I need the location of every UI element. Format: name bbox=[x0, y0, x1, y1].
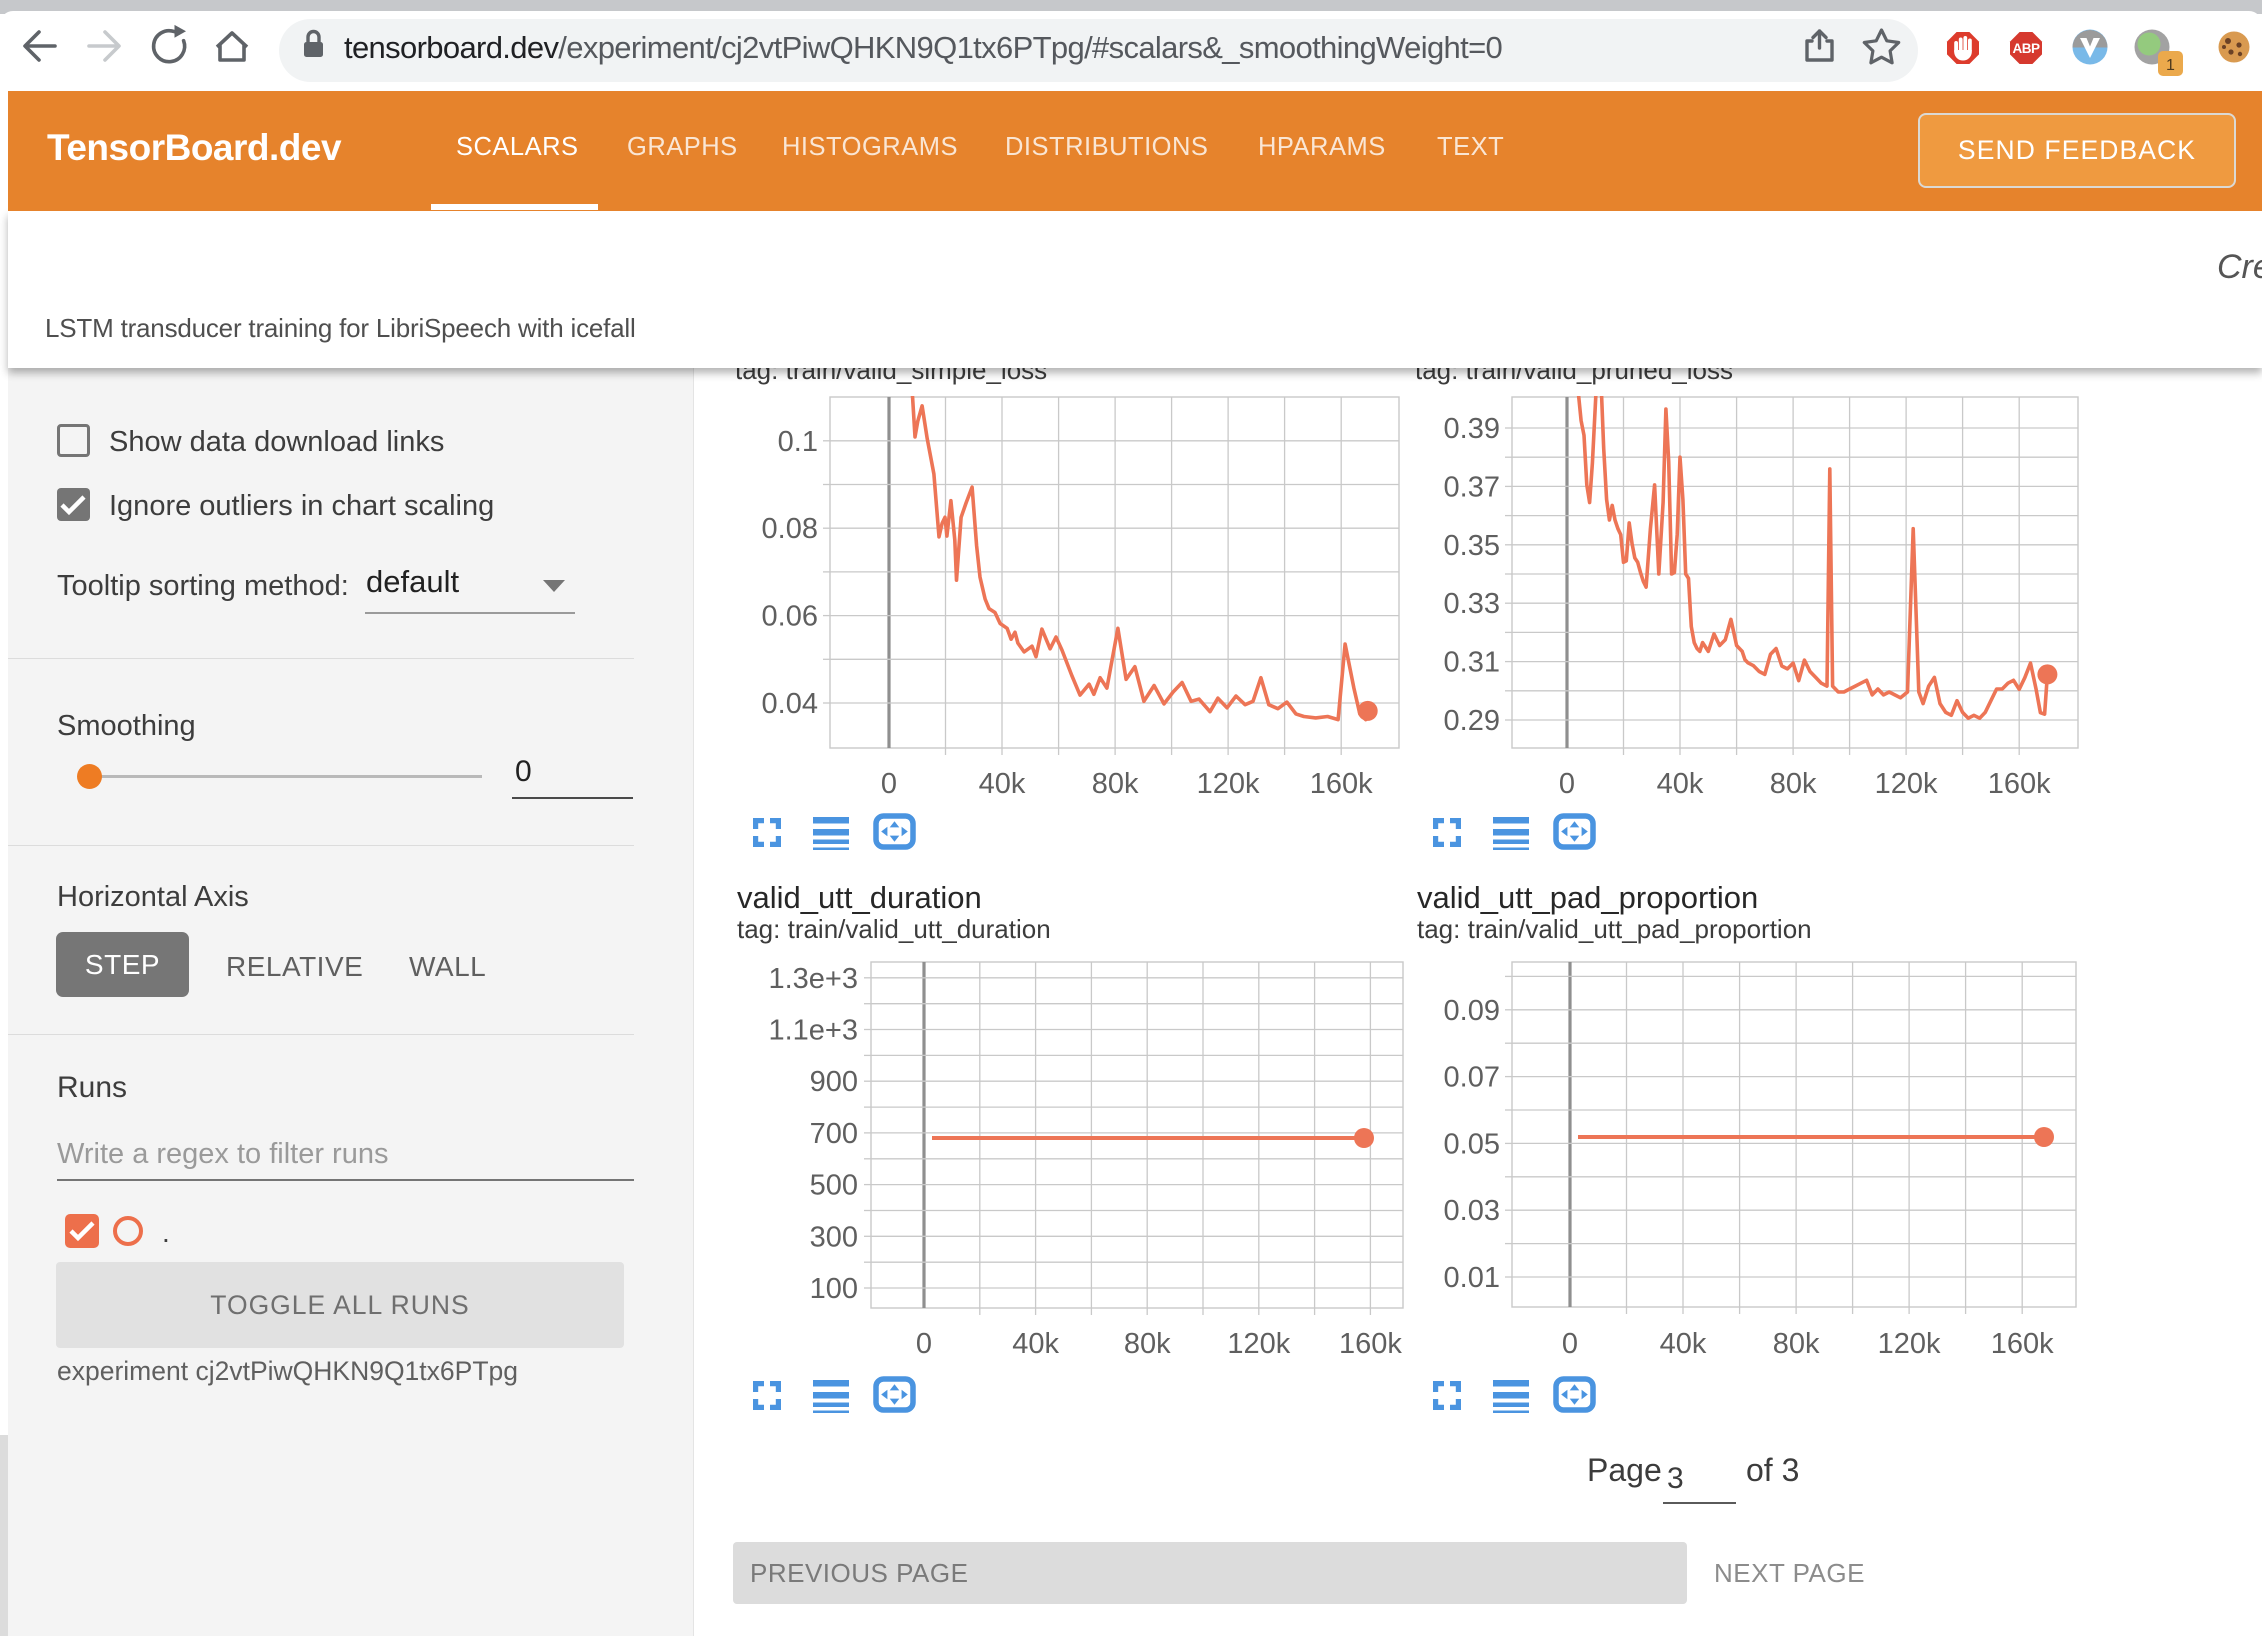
svg-text:0.03: 0.03 bbox=[1444, 1195, 1500, 1227]
svg-text:80k: 80k bbox=[1770, 768, 1817, 800]
svg-text:40k: 40k bbox=[1012, 1328, 1059, 1360]
svg-text:ABP: ABP bbox=[2012, 41, 2039, 56]
svg-text:0.35: 0.35 bbox=[1444, 530, 1500, 562]
svg-text:tag: train/valid_utt_duration: tag: train/valid_utt_duration bbox=[737, 914, 1051, 944]
svg-text:0.39: 0.39 bbox=[1444, 413, 1500, 445]
svg-text:0.05: 0.05 bbox=[1444, 1128, 1500, 1160]
svg-text:900: 900 bbox=[810, 1066, 858, 1098]
svg-text:40k: 40k bbox=[1657, 768, 1704, 800]
svg-text:1.1e+3: 1.1e+3 bbox=[768, 1015, 858, 1047]
svg-text:1.3e+3: 1.3e+3 bbox=[768, 963, 858, 995]
svg-text:40k: 40k bbox=[1660, 1328, 1707, 1360]
svg-text:500: 500 bbox=[810, 1170, 858, 1202]
svg-text:0.09: 0.09 bbox=[1444, 995, 1500, 1027]
svg-text:0: 0 bbox=[1562, 1328, 1578, 1360]
svg-text:0.07: 0.07 bbox=[1444, 1062, 1500, 1094]
svg-text:valid_utt_duration: valid_utt_duration bbox=[737, 880, 982, 915]
svg-text:80k: 80k bbox=[1773, 1328, 1820, 1360]
svg-text:0.29: 0.29 bbox=[1444, 705, 1500, 737]
svg-text:0.1: 0.1 bbox=[778, 426, 818, 458]
svg-text:40k: 40k bbox=[979, 768, 1026, 800]
svg-text:300: 300 bbox=[810, 1221, 858, 1253]
svg-text:80k: 80k bbox=[1124, 1328, 1171, 1360]
svg-text:160k: 160k bbox=[1339, 1328, 1402, 1360]
svg-text:0.33: 0.33 bbox=[1444, 588, 1500, 620]
svg-text:0.37: 0.37 bbox=[1444, 471, 1500, 503]
svg-text:80k: 80k bbox=[1092, 768, 1139, 800]
svg-text:tag: train/valid_utt_pad_propo: tag: train/valid_utt_pad_proportion bbox=[1417, 914, 1812, 944]
svg-text:120k: 120k bbox=[1878, 1328, 1941, 1360]
svg-text:0.31: 0.31 bbox=[1444, 647, 1500, 679]
svg-text:0.04: 0.04 bbox=[762, 688, 818, 720]
svg-text:160k: 160k bbox=[1310, 768, 1373, 800]
svg-text:0: 0 bbox=[881, 768, 897, 800]
svg-text:120k: 120k bbox=[1227, 1328, 1290, 1360]
svg-text:0.06: 0.06 bbox=[762, 601, 818, 633]
svg-text:0: 0 bbox=[1559, 768, 1575, 800]
svg-text:120k: 120k bbox=[1197, 768, 1260, 800]
svg-text:160k: 160k bbox=[1988, 768, 2051, 800]
svg-text:0.08: 0.08 bbox=[762, 513, 818, 545]
svg-text:120k: 120k bbox=[1875, 768, 1938, 800]
svg-text:160k: 160k bbox=[1991, 1328, 2054, 1360]
svg-text:1: 1 bbox=[2166, 57, 2175, 74]
svg-text:0: 0 bbox=[916, 1328, 932, 1360]
svg-text:100: 100 bbox=[810, 1273, 858, 1305]
svg-text:valid_utt_pad_proportion: valid_utt_pad_proportion bbox=[1417, 880, 1758, 915]
svg-text:0.01: 0.01 bbox=[1444, 1262, 1500, 1294]
svg-text:700: 700 bbox=[810, 1118, 858, 1150]
